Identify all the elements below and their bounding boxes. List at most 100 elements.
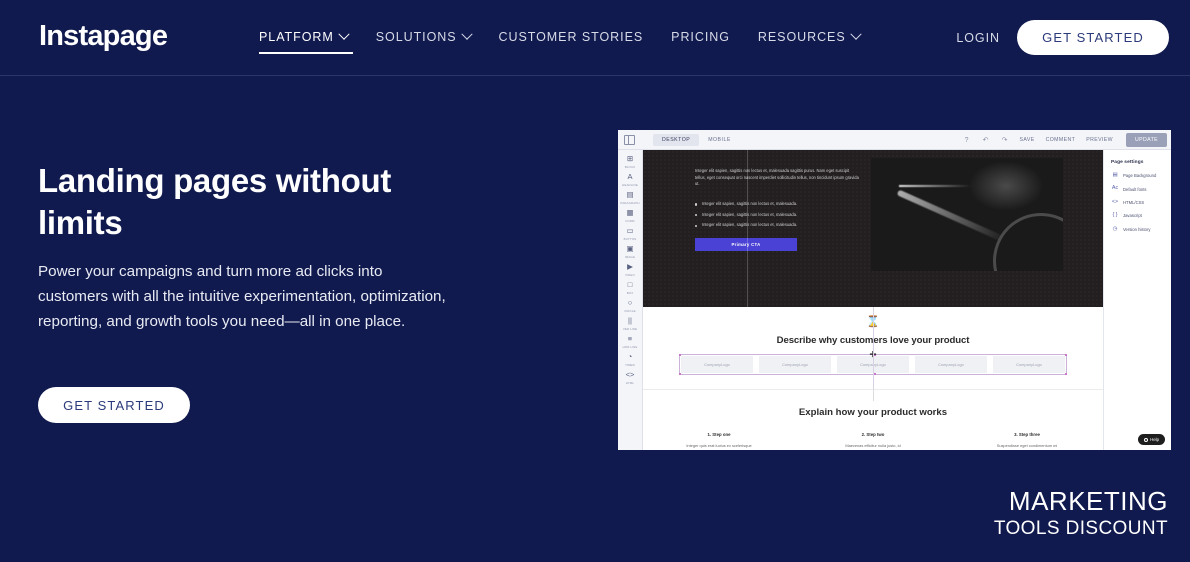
panel-item-default-fonts[interactable]: Ac Default fonts [1111, 186, 1171, 191]
tool-headline[interactable]: AHEADLINE [618, 172, 643, 187]
timer-icon: ◔ [625, 352, 636, 362]
hero-get-started-button[interactable]: GET STARTED [38, 387, 190, 423]
update-button[interactable]: UPDATE [1126, 133, 1167, 147]
nav-item-solutions[interactable]: SOLUTIONS [376, 30, 471, 54]
editor-canvas[interactable]: Integer elit sapien, sagittis non lectus… [643, 150, 1103, 450]
vertical-center-guide [873, 307, 874, 389]
redo-icon[interactable]: ↷ [1001, 136, 1009, 144]
version-history-icon: ◷ [1111, 227, 1119, 232]
tool-label: FORM [625, 219, 634, 223]
tool-html[interactable]: <>HTML [618, 370, 643, 385]
image-icon: ▣ [625, 244, 636, 254]
tool-paragraph[interactable]: ▤PARAGRAPH [618, 190, 643, 205]
tool-label: BLOCK [625, 165, 636, 169]
nav-item-pricing[interactable]: PRICING [671, 30, 730, 54]
editor-actions: ? ↶ ↷ SAVE COMMENT PREVIEW UPDATE [963, 130, 1167, 150]
preview-action[interactable]: PREVIEW [1086, 137, 1113, 143]
panel-item-javascript[interactable]: { }Javascript [1111, 213, 1171, 218]
panel-item-label: Default fonts [1123, 187, 1147, 192]
form-icon: ▦ [625, 208, 636, 218]
comment-action[interactable]: COMMENT [1046, 137, 1076, 143]
circle-icon: ○ [625, 298, 636, 308]
nav-item-platform[interactable]: PLATFORM [259, 30, 348, 54]
tool-box[interactable]: □BOX [618, 280, 643, 295]
wheel-shape [993, 213, 1063, 271]
html-css-icon: <> [1111, 200, 1119, 205]
landing-page: Instapage PLATFORM SOLUTIONS CUSTOMER STOR… [0, 0, 1190, 562]
step-description: Maecenas efficitur nulla justo, id [809, 443, 937, 448]
tool-circle[interactable]: ○CIRCLE [618, 298, 643, 313]
tool-video[interactable]: ▶VIDEO [618, 262, 643, 277]
chevron-down-icon [850, 29, 861, 40]
step-column: 1. Step oneInteger quis erat luctus ex s… [655, 432, 783, 448]
step-column: 3. Step three Suspendisse eget condimentu… [963, 432, 1091, 448]
tool-label: PARAGRAPH [620, 201, 639, 205]
video-icon: ▶ [625, 262, 636, 272]
canvas-primary-cta[interactable]: Primary CTA [695, 238, 797, 251]
button-icon: ▭ [625, 226, 636, 236]
viewport-tab-mobile[interactable]: MOBILE [699, 134, 740, 146]
editor-topbar: DESKTOPMOBILE ? ↶ ↷ SAVE COMMENT PREVIEW UPDAT… [618, 130, 1171, 150]
tool-label: VER LINE [623, 327, 637, 331]
save-action[interactable]: SAVE [1020, 137, 1035, 143]
canvas-paragraph: Integer elit sapien, sagittis non lectus… [695, 168, 859, 188]
tool-label: TIMER [625, 363, 635, 367]
header-get-started-button[interactable]: GET STARTED [1017, 20, 1169, 55]
canvas-bullet-item: Integer elit sapien, sagittis non lectus… [695, 223, 865, 227]
tool-form[interactable]: ▦FORM [618, 208, 643, 223]
menu-icon[interactable] [624, 135, 635, 145]
panel-item-page-background[interactable]: ▤ Page Background [1111, 173, 1171, 178]
panel-item-html-css[interactable]: <> HTML/CSS [1111, 200, 1171, 205]
tool-label: HTML [626, 381, 634, 385]
viewport-tab-desktop[interactable]: DESKTOP [653, 134, 699, 146]
step-title: 2. Step two [809, 432, 937, 437]
hero-block: Integer elit sapien, sagittis non lectus… [643, 150, 1103, 307]
nav-item-label: CUSTOMER STORIES [499, 30, 644, 44]
tool-label: BUTTON [624, 237, 637, 241]
default-fonts-icon: Ac [1111, 186, 1119, 191]
step-title: 3. Step three [963, 432, 1091, 437]
tool-image[interactable]: ▣IMAGE [618, 244, 643, 259]
ver-line-icon: || [625, 316, 636, 326]
tool-label: HOR LINE [623, 345, 638, 349]
tool-timer[interactable]: ◔TIMER [618, 352, 643, 367]
help-circle-icon[interactable]: ? [963, 136, 971, 144]
tool-label: CIRCLE [624, 309, 636, 313]
help-button[interactable]: Help [1138, 434, 1165, 445]
hero-title: Landing pages without limits [38, 160, 458, 244]
canvas-bullet-item: Integer elit sapien, sagittis non lectus… [695, 213, 865, 217]
login-link[interactable]: LOGIN [956, 31, 1000, 45]
tool-block[interactable]: ⊞BLOCK [618, 154, 643, 169]
step-description: Suspendisse eget condimentum mi [963, 443, 1091, 448]
tool-ver-line[interactable]: ||VER LINE [618, 316, 643, 331]
step-column: 2. Step two Maecenas efficitur nulla just… [809, 432, 937, 448]
undo-icon[interactable]: ↶ [982, 136, 990, 144]
tool-label: BOX [627, 291, 634, 295]
steps-heading: Explain how your product works [643, 407, 1103, 418]
steps-row: 1. Step oneInteger quis erat luctus ex s… [655, 432, 1091, 448]
bicycle-photo [871, 158, 1063, 271]
step-description: Integer quis erat luctus ex scelerisque [655, 443, 783, 448]
panel-item-version-history[interactable]: ◷Version history [1111, 227, 1171, 232]
panel-item-label: Page Background [1123, 173, 1156, 178]
page-background-icon: ▤ [1111, 173, 1119, 178]
site-header: Instapage PLATFORM SOLUTIONS CUSTOMER STOR… [0, 0, 1190, 76]
page-settings-panel: Page settings ▤Page BackgroundAcDefault … [1103, 150, 1171, 450]
canvas-bullet-list: Integer elit sapien, sagittis non lectus… [695, 202, 865, 234]
instapage-logo[interactable]: Instapage [39, 22, 167, 51]
javascript-icon: { } [1111, 213, 1119, 218]
steps-guide-line [873, 389, 874, 401]
headline-icon: A [625, 172, 636, 182]
nav-item-customer-stories[interactable]: CUSTOMER STORIES [499, 30, 644, 54]
nav-item-label: RESOURCES [758, 30, 846, 44]
tool-label: HEADLINE [622, 183, 638, 187]
nav-item-resources[interactable]: RESOURCES [758, 30, 860, 54]
help-icon [1144, 438, 1148, 442]
tool-button[interactable]: ▭BUTTON [618, 226, 643, 241]
box-icon: □ [625, 280, 636, 290]
tool-label: VIDEO [625, 273, 635, 277]
watermark-line-1: MARKETING [994, 488, 1168, 514]
panel-item-label: HTML/CSS [1123, 200, 1144, 205]
main-navigation: PLATFORM SOLUTIONS CUSTOMER STORIES PRICING… [259, 30, 888, 54]
tool-hor-line[interactable]: ≡HOR LINE [618, 334, 643, 349]
